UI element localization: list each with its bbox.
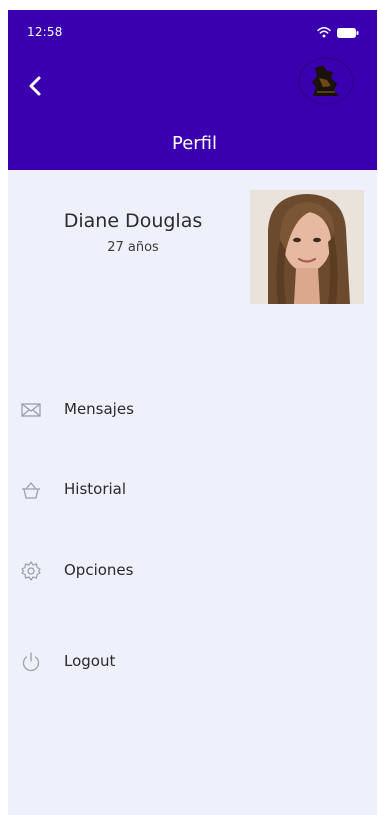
- menu-item-logout[interactable]: Logout: [8, 643, 377, 683]
- envelope-icon: [21, 403, 41, 417]
- profile-screen: 12:58 Perfil Diane Douglas 27 años Mensa…: [8, 10, 377, 815]
- menu-item-label: Opciones: [64, 561, 134, 579]
- menu-item-historial[interactable]: Historial: [8, 471, 377, 511]
- menu-item-opciones[interactable]: Opciones: [8, 552, 377, 592]
- menu-item-label: Mensajes: [64, 400, 134, 418]
- profile-name: Diane Douglas: [63, 210, 203, 232]
- wifi-icon: [317, 27, 331, 38]
- chevron-left-icon[interactable]: [26, 74, 46, 98]
- battery-icon: [337, 28, 359, 38]
- header-bar: 12:58 Perfil: [8, 10, 377, 170]
- menu-item-mensajes[interactable]: Mensajes: [8, 391, 377, 431]
- avatar: [250, 190, 364, 304]
- menu-item-label: Historial: [64, 480, 127, 498]
- basket-icon: [22, 481, 40, 499]
- power-icon: [22, 652, 40, 672]
- profile-age: 27 años: [107, 240, 159, 255]
- menu-item-label: Logout: [64, 652, 116, 670]
- status-time: 12:58: [27, 25, 63, 39]
- page-title: Perfil: [171, 133, 218, 154]
- gear-icon: [21, 561, 41, 581]
- app-logo: [298, 57, 354, 105]
